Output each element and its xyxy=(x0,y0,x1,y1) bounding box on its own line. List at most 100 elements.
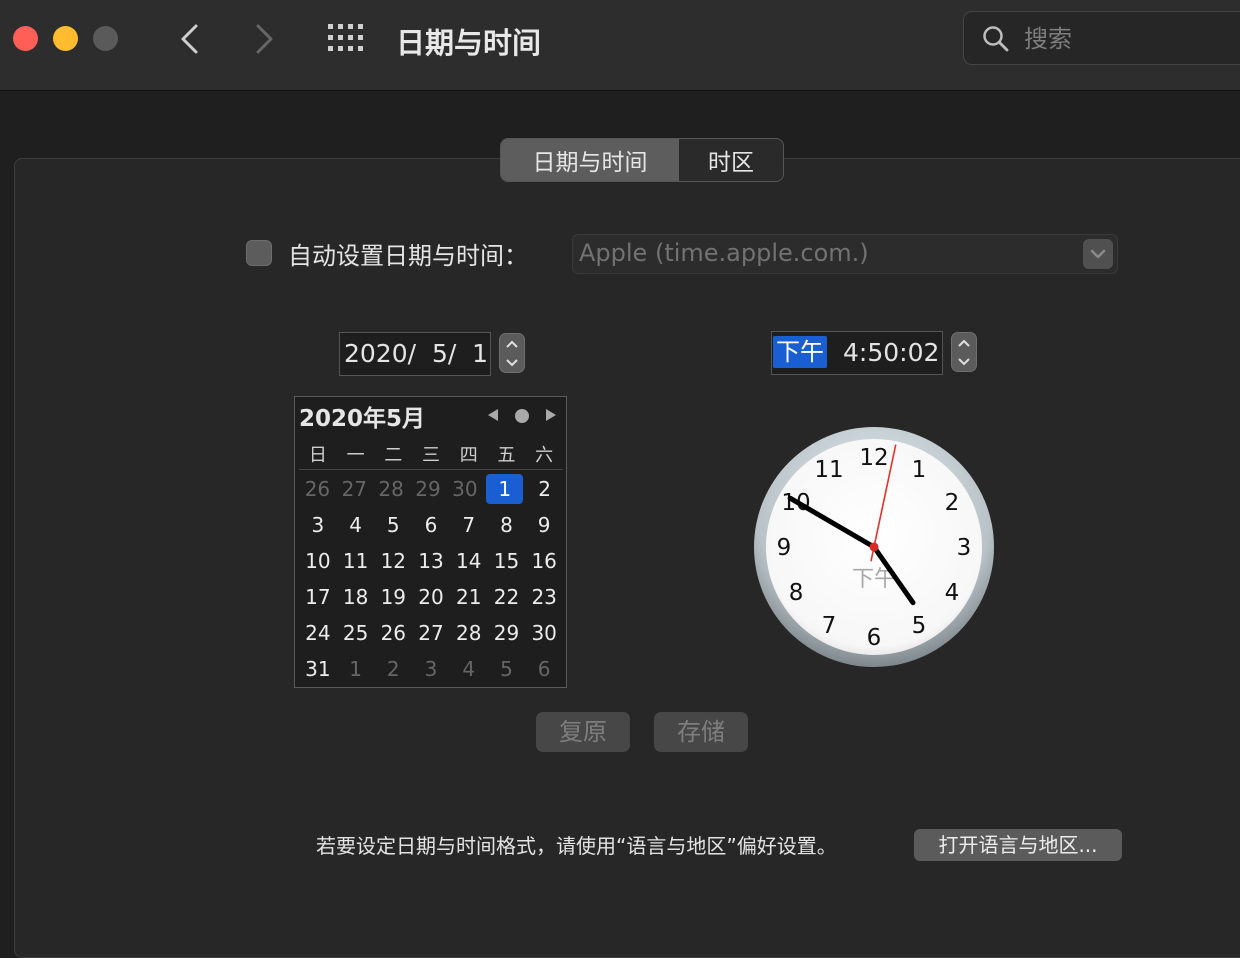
date-decrement-button[interactable] xyxy=(500,353,524,372)
calendar-day[interactable]: 31 xyxy=(299,654,337,684)
calendar-day[interactable]: 21 xyxy=(450,582,488,612)
calendar-day[interactable]: 29 xyxy=(410,474,447,504)
calendar-week: 31 1 2 3 4 5 6 xyxy=(299,654,563,684)
calendar-day[interactable]: 13 xyxy=(412,546,450,576)
ampm-segment[interactable]: 下午 xyxy=(773,336,827,368)
forward-button[interactable] xyxy=(246,22,282,56)
calendar-day[interactable]: 4 xyxy=(450,654,488,684)
back-button[interactable] xyxy=(172,22,208,56)
calendar-day[interactable]: 3 xyxy=(412,654,450,684)
weekday-label: 三 xyxy=(422,445,441,466)
time-server-value: Apple (time.apple.com.) xyxy=(579,239,869,267)
calendar-day[interactable]: 2 xyxy=(374,654,412,684)
weekday-label: 一 xyxy=(346,445,365,466)
clock-numeral: 11 xyxy=(814,457,843,483)
weekday-label: 六 xyxy=(535,445,554,466)
calendar-day[interactable]: 27 xyxy=(336,474,373,504)
time-server-select[interactable]: Apple (time.apple.com.) xyxy=(572,234,1118,274)
calendar-day[interactable]: 25 xyxy=(337,618,375,648)
tab-date-time[interactable]: 日期与时间 xyxy=(501,139,679,181)
calendar-day[interactable]: 19 xyxy=(374,582,412,612)
calendar-day[interactable]: 18 xyxy=(337,582,375,612)
calendar-day[interactable]: 16 xyxy=(525,546,563,576)
calendar-day[interactable]: 28 xyxy=(450,618,488,648)
calendar-day[interactable]: 17 xyxy=(299,582,337,612)
tab-time-zone[interactable]: 时区 xyxy=(679,139,783,181)
calendar-week: 24 25 26 27 28 29 30 xyxy=(299,618,563,648)
calendar-day[interactable]: 6 xyxy=(412,510,450,540)
open-language-region-button[interactable]: 打开语言与地区... xyxy=(914,829,1122,861)
clock-numeral: 7 xyxy=(822,613,837,639)
minimize-window-button[interactable] xyxy=(53,26,78,51)
search-icon xyxy=(983,26,1009,52)
calendar-day[interactable]: 9 xyxy=(525,510,563,540)
auto-set-label: 自动设置日期与时间： xyxy=(288,241,528,270)
revert-button[interactable]: 复原 xyxy=(536,712,630,752)
weekday-label: 五 xyxy=(497,445,516,466)
calendar-day[interactable]: 20 xyxy=(412,582,450,612)
calendar-day[interactable]: 5 xyxy=(488,654,526,684)
save-button[interactable]: 存储 xyxy=(654,712,748,752)
calendar-day[interactable]: 30 xyxy=(446,474,483,504)
date-increment-button[interactable] xyxy=(500,334,524,353)
search-field[interactable] xyxy=(963,11,1240,65)
chevron-down-icon xyxy=(1090,249,1106,259)
grid-icon xyxy=(328,24,363,51)
calendar-day[interactable]: 27 xyxy=(412,618,450,648)
close-window-button[interactable] xyxy=(13,26,38,51)
time-field[interactable]: 下午 4:50:02 xyxy=(771,331,943,375)
calendar-day[interactable]: 23 xyxy=(525,582,563,612)
chevron-down-icon xyxy=(958,357,970,365)
calendar-day[interactable]: 14 xyxy=(450,546,488,576)
select-arrow-button[interactable] xyxy=(1083,239,1113,269)
calendar-day[interactable]: 29 xyxy=(488,618,526,648)
weekday-header: 日 一 二 三 四 五 六 xyxy=(299,441,563,470)
calendar-day[interactable]: 5 xyxy=(374,510,412,540)
calendar-day[interactable]: 12 xyxy=(374,546,412,576)
calendar-day[interactable]: 22 xyxy=(488,582,526,612)
chevron-up-icon xyxy=(506,340,518,348)
calendar-day[interactable]: 15 xyxy=(488,546,526,576)
previous-month-icon[interactable] xyxy=(487,408,499,422)
calendar-day[interactable]: 8 xyxy=(488,510,526,540)
weekday-label: 二 xyxy=(384,445,403,466)
time-increment-button[interactable] xyxy=(952,333,976,352)
window-title: 日期与时间 xyxy=(396,26,542,60)
chevron-up-icon xyxy=(958,339,970,347)
clock-numeral: 1 xyxy=(912,457,927,483)
calendar-day[interactable]: 6 xyxy=(525,654,563,684)
clock-numeral: 6 xyxy=(867,625,882,651)
calendar-month-title: 2020年5月 xyxy=(299,406,426,432)
tab-bar: 日期与时间 时区 xyxy=(500,138,784,182)
time-stepper[interactable] xyxy=(951,332,977,372)
show-all-button[interactable] xyxy=(328,24,364,52)
calendar-day[interactable]: 1 xyxy=(337,654,375,684)
calendar-day[interactable]: 11 xyxy=(337,546,375,576)
date-stepper[interactable] xyxy=(499,333,525,373)
calendar-day[interactable]: 24 xyxy=(299,618,337,648)
calendar-day[interactable]: 28 xyxy=(373,474,410,504)
format-hint-text: 若要设定日期与时间格式，请使用“语言与地区”偏好设置。 xyxy=(316,834,837,858)
calendar-day[interactable]: 26 xyxy=(374,618,412,648)
clock-numeral: 9 xyxy=(777,535,792,561)
calendar: 2020年5月 日 一 二 三 四 五 六 26 27 28 29 30 1 2… xyxy=(294,396,567,688)
calendar-day[interactable]: 10 xyxy=(299,546,337,576)
next-month-icon[interactable] xyxy=(545,408,557,422)
time-decrement-button[interactable] xyxy=(952,352,976,371)
calendar-day[interactable]: 26 xyxy=(299,474,336,504)
analog-clock[interactable]: 下午 121234567891011 xyxy=(753,426,995,668)
calendar-day[interactable]: 3 xyxy=(299,510,337,540)
calendar-week: 26 27 28 29 30 1 2 xyxy=(299,474,563,504)
zoom-window-button[interactable] xyxy=(93,26,118,51)
chevron-down-icon xyxy=(506,358,518,366)
auto-set-checkbox[interactable] xyxy=(246,240,272,266)
date-field[interactable]: 2020/ 5/ 1 xyxy=(339,332,491,376)
today-button[interactable] xyxy=(515,409,529,423)
search-input[interactable] xyxy=(1022,22,1226,56)
calendar-day-selected[interactable]: 1 xyxy=(486,474,524,504)
time-value[interactable]: 4:50:02 xyxy=(843,336,939,370)
calendar-day[interactable]: 7 xyxy=(450,510,488,540)
calendar-day[interactable]: 2 xyxy=(526,474,563,504)
calendar-day[interactable]: 30 xyxy=(525,618,563,648)
calendar-day[interactable]: 4 xyxy=(337,510,375,540)
